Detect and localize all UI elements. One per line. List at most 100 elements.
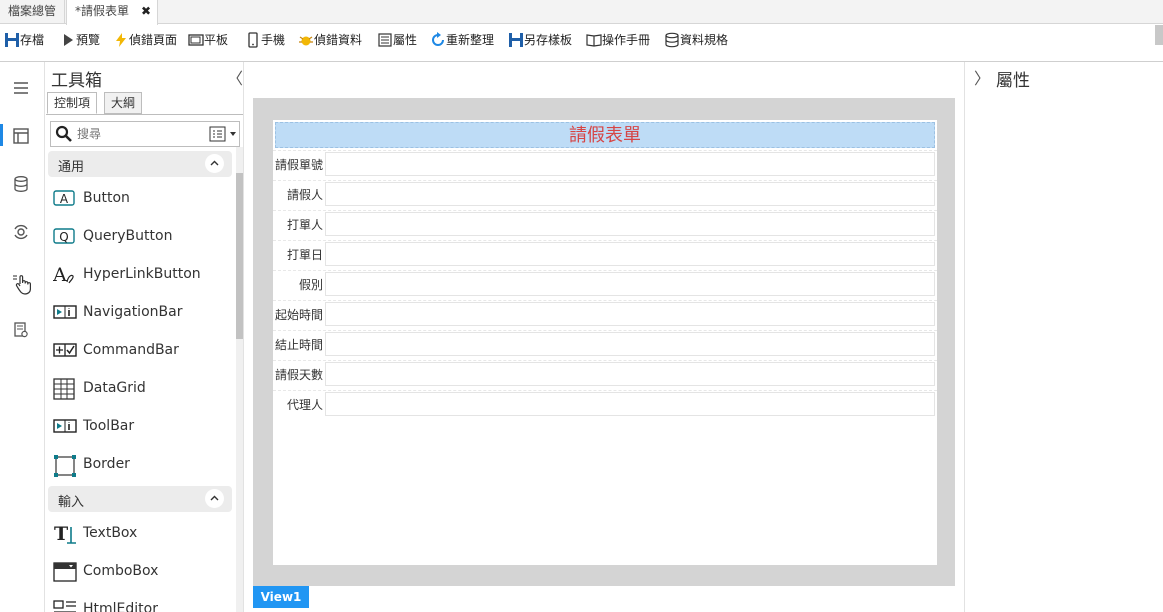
- textbox-icon: T: [54, 523, 76, 545]
- tab-controls[interactable]: 控制項: [47, 92, 98, 114]
- event-button[interactable]: [0, 211, 45, 251]
- properties-panel: 〉 屬性: [964, 62, 1163, 612]
- tool-label: ToolBar: [83, 418, 135, 434]
- field-input[interactable]: [325, 182, 935, 206]
- field-input[interactable]: [325, 272, 935, 296]
- save-template-button[interactable]: 另存樣板: [508, 25, 572, 55]
- tool-label: ComboBox: [83, 563, 159, 579]
- manual-label: 操作手冊: [602, 33, 651, 47]
- phone-button[interactable]: 手機: [245, 25, 285, 55]
- design-canvas: 請假表單 請假單號 請假人 打單人 打單日 假別 起始時間 結止時間 請假天數 …: [245, 62, 963, 612]
- save-button[interactable]: 存檔: [4, 25, 44, 55]
- toolbox-scrollbar-thumb[interactable]: [236, 173, 243, 339]
- collapse-left-icon[interactable]: 〈: [227, 65, 243, 89]
- tab-outline[interactable]: 大綱: [104, 92, 143, 114]
- tool-querybutton[interactable]: Q QueryButton: [46, 217, 236, 255]
- svg-text:Q: Q: [59, 230, 68, 244]
- field-label: 代理人: [286, 398, 323, 412]
- debug-page-button[interactable]: 偵錯頁面: [113, 25, 177, 55]
- data-spec-label: 資料規格: [680, 33, 729, 47]
- debug-data-button[interactable]: 偵錯資料: [298, 25, 362, 55]
- field-input[interactable]: [325, 332, 935, 356]
- data-spec-button[interactable]: 資料規格: [664, 25, 728, 55]
- view-mode-dropdown[interactable]: [209, 126, 237, 142]
- section-label: 輸入: [58, 495, 85, 510]
- form-row-days[interactable]: 請假天數: [273, 360, 937, 388]
- form-row-leave-no[interactable]: 請假單號: [273, 150, 937, 178]
- field-input[interactable]: [325, 302, 935, 326]
- field-label: 打單人: [286, 218, 323, 232]
- layout-icon: [13, 128, 29, 144]
- properties-label: 屬性: [393, 33, 418, 47]
- tool-htmleditor[interactable]: HtmlEditor: [46, 590, 236, 612]
- tool-navigationbar[interactable]: NavigationBar: [46, 293, 236, 331]
- preview-button[interactable]: 預覽: [60, 25, 100, 55]
- tablet-label: 平板: [204, 33, 229, 47]
- view-tab[interactable]: View1: [253, 586, 309, 608]
- menu-button[interactable]: [0, 67, 45, 107]
- debug-data-label: 偵錯資料: [314, 33, 363, 47]
- form-row-creator[interactable]: 打單人: [273, 210, 937, 238]
- svg-text:A: A: [53, 264, 67, 286]
- toolbox-title: 工具箱: [51, 71, 102, 91]
- expand-right-icon[interactable]: 〉: [974, 65, 990, 89]
- button-control-icon: A: [53, 190, 75, 206]
- database-button[interactable]: [0, 163, 45, 203]
- chevron-up-icon[interactable]: [205, 489, 224, 508]
- tab-label: *請假表單: [75, 4, 130, 18]
- form-row-agent[interactable]: 代理人: [273, 390, 937, 418]
- tool-hyperlinkbutton[interactable]: A HyperLinkButton: [46, 255, 236, 293]
- debug-page-label: 偵錯頁面: [129, 33, 178, 47]
- tablet-icon: [188, 33, 204, 46]
- form-title[interactable]: 請假表單: [275, 122, 935, 148]
- section-general[interactable]: 通用: [48, 151, 232, 177]
- document-settings-icon: [14, 322, 28, 338]
- toolbox-panel: 工具箱 〈 控制項 大綱 通用 A Button Q QueryButton A…: [46, 62, 244, 612]
- form-surface[interactable]: 請假表單 請假單號 請假人 打單人 打單日 假別 起始時間 結止時間 請假天數 …: [273, 120, 937, 565]
- tool-toolbar[interactable]: ToolBar: [46, 407, 236, 445]
- floppy-icon: [5, 32, 19, 47]
- tool-textbox[interactable]: T TextBox: [46, 514, 236, 552]
- refresh-icon: [432, 31, 444, 46]
- tab-leave-form[interactable]: *請假表單 ✖: [66, 0, 158, 25]
- field-input[interactable]: [325, 242, 935, 266]
- manual-button[interactable]: 操作手冊: [586, 25, 650, 55]
- chevron-up-icon[interactable]: [205, 154, 224, 173]
- tool-label: HtmlEditor: [83, 601, 158, 612]
- tool-commandbar[interactable]: CommandBar: [46, 331, 236, 369]
- section-label: 通用: [58, 160, 85, 175]
- field-label: 起始時間: [274, 308, 323, 322]
- tool-datagrid[interactable]: DataGrid: [46, 369, 236, 407]
- field-input[interactable]: [325, 362, 935, 386]
- section-input[interactable]: 輸入: [48, 486, 232, 512]
- field-label: 請假人: [286, 188, 323, 202]
- tab-file-explorer[interactable]: 檔案總管: [0, 0, 65, 24]
- report-button[interactable]: [0, 309, 45, 349]
- field-input[interactable]: [325, 152, 935, 176]
- tool-button[interactable]: A Button: [46, 179, 236, 217]
- tablet-button[interactable]: 平板: [188, 25, 228, 55]
- tool-border[interactable]: Border: [46, 445, 236, 483]
- search-input[interactable]: [77, 125, 197, 143]
- field-label: 打單日: [286, 248, 323, 262]
- form-row-applicant[interactable]: 請假人: [273, 180, 937, 208]
- page-scrollbar[interactable]: [1155, 25, 1163, 45]
- field-label: 結止時間: [274, 338, 323, 352]
- book-icon: [586, 33, 602, 47]
- field-input[interactable]: [325, 212, 935, 236]
- bug-icon: [299, 36, 313, 45]
- close-icon[interactable]: ✖: [141, 0, 151, 23]
- form-row-leave-type[interactable]: 假別: [273, 270, 937, 298]
- svg-text:T: T: [54, 523, 68, 545]
- phone-label: 手機: [261, 33, 286, 47]
- list-icon: [378, 32, 392, 47]
- tool-combobox[interactable]: ComboBox: [46, 552, 236, 590]
- form-row-create-date[interactable]: 打單日: [273, 240, 937, 268]
- field-input[interactable]: [325, 392, 935, 416]
- form-row-start-time[interactable]: 起始時間: [273, 300, 937, 328]
- interaction-button[interactable]: [0, 261, 45, 301]
- refresh-button[interactable]: 重新整理: [430, 25, 494, 55]
- form-row-end-time[interactable]: 結止時間: [273, 330, 937, 358]
- properties-button[interactable]: 屬性: [377, 25, 417, 55]
- layout-button[interactable]: [0, 115, 45, 155]
